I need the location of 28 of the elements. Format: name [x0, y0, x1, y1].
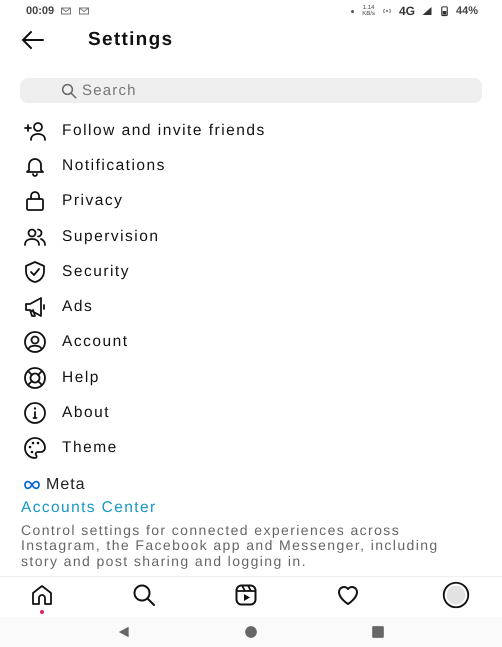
- settings-item[interactable]: Privacy: [0, 184, 502, 219]
- search-icon: [60, 82, 78, 100]
- settings-item[interactable]: Security: [0, 254, 502, 290]
- lifebuoy-icon: [21, 366, 49, 390]
- mail-icon: [60, 5, 72, 17]
- settings-item[interactable]: Theme: [0, 430, 502, 466]
- settings-item[interactable]: Help: [0, 360, 502, 396]
- palette-icon: [21, 436, 49, 460]
- settings-item[interactable]: Ads: [0, 289, 502, 325]
- dot-icon: [349, 8, 356, 14]
- info-icon: [21, 401, 49, 426]
- description-text: Control settings for connected experiences across Instagram, the Facebook app and Messenger, including story and post sharing and logging in.: [21, 522, 440, 570]
- page-title: Settings: [88, 29, 174, 51]
- clock-time: 00:09: [26, 5, 54, 17]
- network-type: 4G: [398, 4, 415, 18]
- settings-item[interactable]: Account: [0, 324, 502, 360]
- mail-icon: [78, 5, 90, 17]
- brand-name: Meta: [46, 476, 86, 494]
- search-field[interactable]: Search: [20, 78, 482, 103]
- settings-item[interactable]: Follow and invite friends: [0, 113, 502, 148]
- settings-item[interactable]: Supervision: [0, 218, 502, 254]
- notification-dot: [40, 610, 44, 614]
- battery-icon: [438, 5, 450, 17]
- settings-item[interactable]: About: [0, 395, 502, 431]
- signal-icon: [420, 5, 433, 17]
- account-icon: [21, 330, 49, 354]
- battery-level: 44%: [456, 5, 478, 17]
- settings-item[interactable]: Notifications: [0, 148, 502, 184]
